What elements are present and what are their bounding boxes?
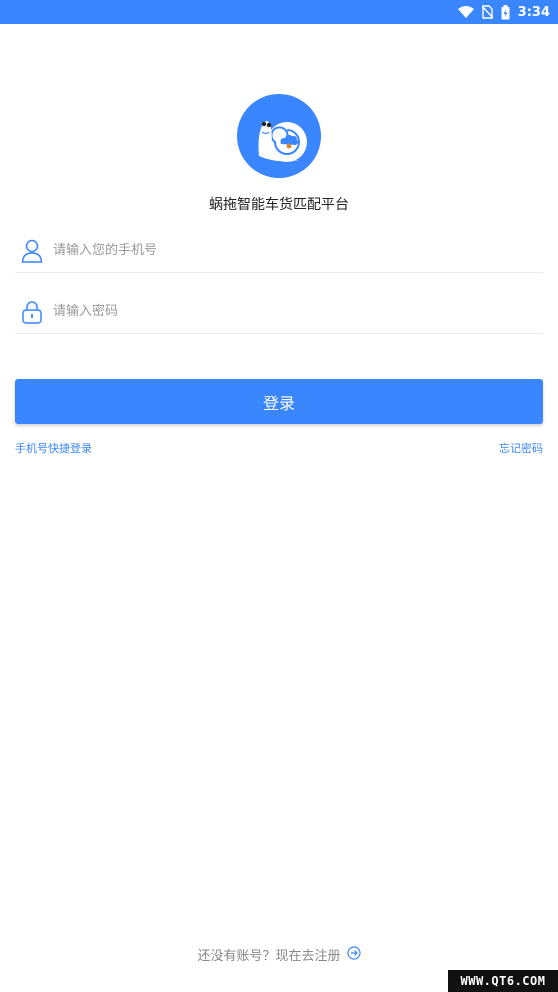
battery-charging-icon	[501, 4, 510, 20]
status-bar: 3:34	[0, 0, 558, 24]
phone-field[interactable]	[15, 229, 543, 273]
login-button[interactable]: 登录	[15, 379, 543, 424]
app-title: 蜗拖智能车货匹配平台	[209, 197, 349, 213]
lock-icon	[15, 300, 49, 324]
no-sim-icon	[481, 5, 493, 19]
wifi-icon	[457, 6, 474, 18]
watermark: WWW.QT6.COM	[448, 970, 558, 992]
register-text: 还没有账号？现在去注册	[197, 949, 341, 964]
status-time: 3:34	[517, 4, 550, 20]
password-input[interactable]	[49, 296, 543, 327]
password-field[interactable]	[15, 290, 543, 334]
snail-logo-icon	[237, 94, 321, 178]
register-link[interactable]: 还没有账号？现在去注册	[0, 945, 558, 964]
quick-login-link[interactable]: 手机号快捷登录	[15, 440, 92, 456]
phone-input[interactable]	[49, 235, 543, 266]
user-icon	[15, 239, 49, 263]
arrow-right-circle-icon	[346, 945, 361, 964]
forgot-password-link[interactable]: 忘记密码	[499, 440, 543, 456]
